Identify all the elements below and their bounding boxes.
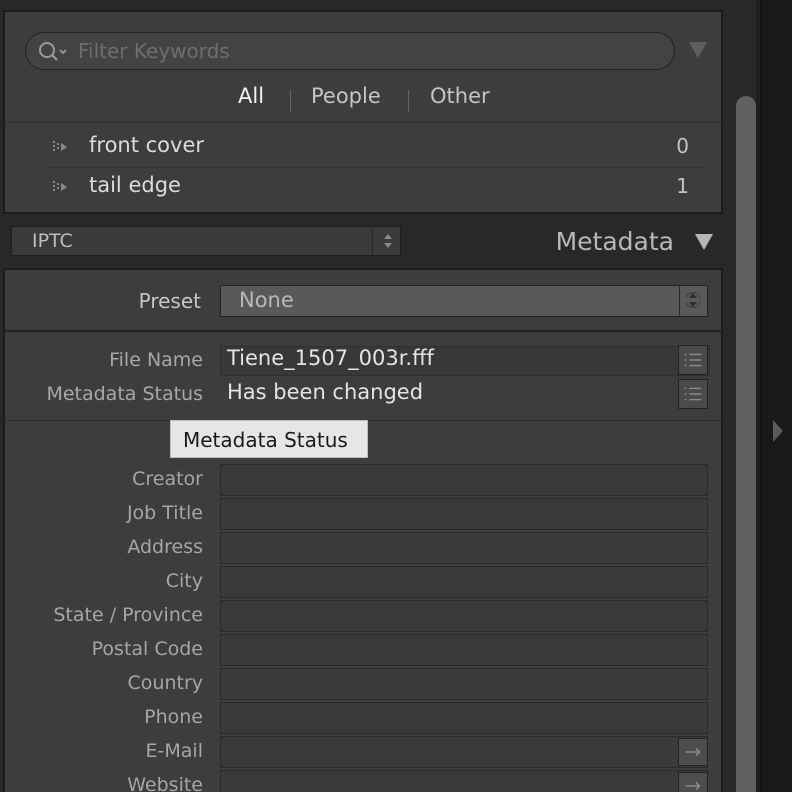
text-input[interactable] [220,464,708,496]
updown-arrows-icon [686,292,700,308]
keyword-search-input[interactable] [78,33,658,68]
tooltip: Metadata Status [170,420,368,458]
text-input[interactable] [220,736,708,768]
tab-other[interactable]: Other [430,84,490,108]
metadata-panel-header: IPTC Metadata [0,214,726,268]
field-label: Postal Code [91,638,203,660]
preset-dropdown[interactable]: None [220,285,708,317]
keyword-count: 0 [676,134,689,158]
field-job-title: Job Title [5,498,721,532]
keyword-filter-tabs: All People Other [5,84,725,114]
text-input[interactable] [220,668,708,700]
keyword-list-section: All People Other front cover 0 [3,10,723,214]
lightroom-right-panel: All People Other front cover 0 [0,0,792,792]
text-input[interactable] [220,634,708,666]
field-city: City [5,566,721,600]
list-icon[interactable] [678,379,708,409]
metadata-status-value: Has been changed [227,380,424,404]
divider [5,122,721,123]
search-icon[interactable] [38,41,68,63]
field-label: Website [127,774,203,792]
keyword-filter-box[interactable] [25,32,675,70]
field-email: E-Mail [5,736,721,770]
field-postal-code: Postal Code [5,634,721,668]
expand-arrow-icon[interactable] [53,140,71,154]
field-label: Address [127,536,203,558]
field-label: Creator [132,468,203,490]
metadata-status-label: Metadata Status [46,383,203,405]
text-input[interactable] [220,702,708,734]
preset-value: None [239,288,294,312]
field-website: Website [5,770,721,792]
tab-all[interactable]: All [238,84,264,108]
arrow-right-icon[interactable] [678,772,708,792]
field-label: Phone [144,706,203,728]
tab-divider [408,90,409,112]
field-label: Country [127,672,203,694]
keyword-label: front cover [89,133,205,157]
updown-arrows-icon [384,234,392,248]
tab-divider [290,90,291,112]
divider [372,227,373,255]
right-panel-edge [760,0,792,792]
field-address: Address [5,532,721,566]
keyword-list-item[interactable]: tail edge 1 [5,168,721,206]
file-name-label: File Name [109,349,203,371]
field-country: Country [5,668,721,702]
text-input[interactable] [220,600,708,632]
divider [679,286,680,316]
list-icon[interactable] [678,345,708,375]
keyword-list-item[interactable]: front cover 0 [5,128,721,166]
field-label: E-Mail [145,740,203,762]
keyword-count: 1 [676,174,689,198]
arrow-right-icon[interactable] [678,738,708,766]
preset-label: Preset [138,289,201,313]
expand-arrow-icon[interactable] [53,180,71,194]
field-state-province: State / Province [5,600,721,634]
collapse-triangle-icon[interactable] [694,232,714,252]
tab-people[interactable]: People [311,84,381,108]
field-phone: Phone [5,702,721,736]
text-input[interactable] [220,566,708,598]
metadata-status-row: Metadata Status Has been changed [5,378,721,410]
keyword-label: tail edge [89,173,181,197]
metadata-panel-title[interactable]: Metadata [556,227,674,256]
expand-panel-arrow-icon[interactable] [771,418,785,444]
file-name-value: Tiene_1507_003r.fff [227,346,434,370]
collapse-triangle-icon[interactable] [688,40,708,60]
text-input[interactable] [220,532,708,564]
text-input[interactable] [220,498,708,530]
field-label: City [165,570,203,592]
field-creator: Creator [5,464,721,498]
metadata-view-value: IPTC [32,230,73,252]
section-divider [5,330,721,332]
scrollbar-thumb[interactable] [736,96,756,792]
field-label: State / Province [53,604,203,626]
file-name-row: File Name Tiene_1507_003r.fff [5,344,721,376]
metadata-panel-body: Preset None File Name Tiene_1507_003r.ff… [3,268,723,792]
panel-column: All People Other front cover 0 [0,0,726,792]
metadata-view-select[interactable]: IPTC [11,226,401,256]
text-input[interactable] [220,770,708,792]
field-label: Job Title [126,502,203,524]
